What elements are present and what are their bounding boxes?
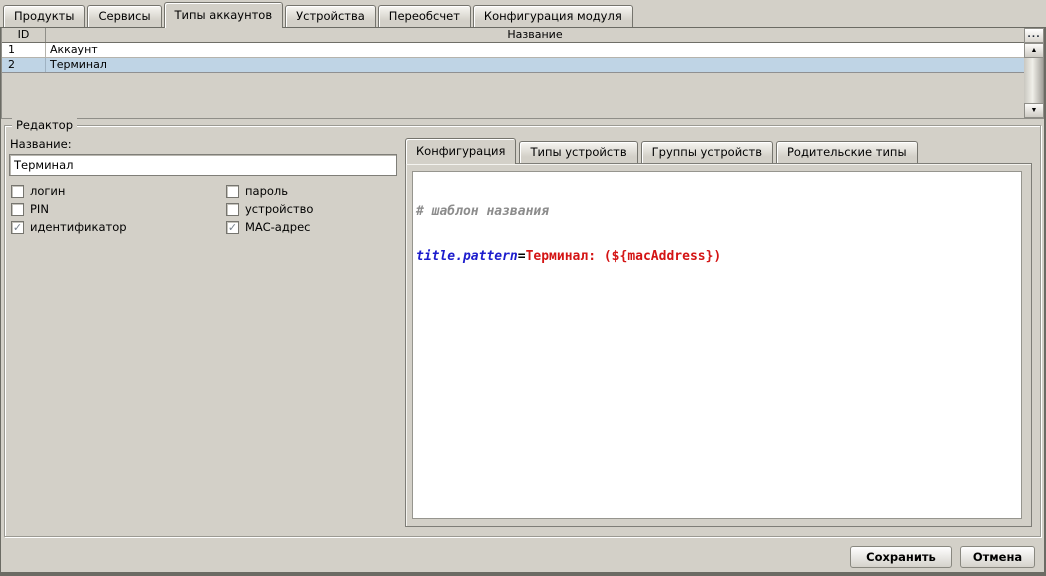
editor-groupbox: Редактор Название: ✓ логин ✓ пароль ✓ PI…	[4, 125, 1041, 537]
checkbox-label: устройство	[245, 202, 313, 216]
checkbox-box: ✓	[226, 221, 239, 234]
tab-device-types[interactable]: Типы устройств	[519, 141, 637, 163]
code-line-property: title.pattern=Терминал: (${macAddress})	[416, 249, 1018, 264]
table-header: ID Название	[2, 28, 1024, 43]
cancel-button[interactable]: Отмена	[960, 546, 1035, 568]
name-field-label: Название:	[10, 137, 72, 151]
checkbox-identifier[interactable]: ✓ идентификатор	[11, 220, 226, 234]
scroll-down-icon[interactable]: ▼	[1024, 103, 1044, 118]
checkbox-box: ✓	[11, 203, 24, 216]
configuration-tab-panel: # шаблон названия title.pattern=Терминал…	[405, 163, 1032, 527]
table-vertical-scrollbar[interactable]: ▲ ▼	[1024, 43, 1044, 118]
code-line-comment: # шаблон названия	[416, 204, 1018, 219]
checkbox-pin[interactable]: ✓ PIN	[11, 202, 226, 216]
tab-parent-types[interactable]: Родительские типы	[776, 141, 918, 163]
cell-id: 2	[2, 58, 46, 72]
checkbox-label: логин	[30, 184, 65, 198]
cell-id: 1	[2, 43, 46, 57]
checkbox-label: PIN	[30, 202, 49, 216]
bottom-button-bar: Сохранить Отмена	[850, 546, 1035, 568]
tab-device-groups[interactable]: Группы устройств	[641, 141, 773, 163]
editor-tabbar: Конфигурация Типы устройств Группы устро…	[405, 139, 918, 164]
account-types-table: ID Название 1 Аккаунт 2 Терминал ... ▲	[1, 28, 1044, 119]
table-empty-area	[2, 73, 1024, 118]
editor-group-title: Редактор	[12, 118, 77, 132]
main-tabbar: Продукты Сервисы Типы аккаунтов Устройст…	[3, 0, 633, 28]
checkbox-password[interactable]: ✓ пароль	[226, 184, 313, 198]
checkbox-label: MAC-адрес	[245, 220, 310, 234]
tab-account-types[interactable]: Типы аккаунтов	[164, 2, 284, 28]
scroll-up-icon[interactable]: ▲	[1024, 43, 1044, 58]
tab-products[interactable]: Продукты	[3, 5, 85, 27]
tab-configuration[interactable]: Конфигурация	[405, 138, 516, 164]
column-header-id[interactable]: ID	[2, 28, 46, 42]
cell-name: Терминал	[46, 58, 1024, 72]
save-button[interactable]: Сохранить	[850, 546, 952, 568]
configuration-editor[interactable]: # шаблон названия title.pattern=Терминал…	[412, 171, 1022, 519]
main-tab-content: ID Название 1 Аккаунт 2 Терминал ... ▲	[0, 27, 1046, 576]
checkbox-box: ✓	[226, 203, 239, 216]
table-body: ID Название 1 Аккаунт 2 Терминал	[1, 28, 1024, 118]
tab-recalculation[interactable]: Переобсчет	[378, 5, 471, 27]
name-input[interactable]	[9, 154, 397, 176]
column-header-name[interactable]: Название	[46, 28, 1024, 42]
checkbox-box: ✓	[11, 221, 24, 234]
checkbox-box: ✓	[11, 185, 24, 198]
tab-module-config[interactable]: Конфигурация модуля	[473, 5, 633, 27]
scrollbar-track[interactable]	[1024, 58, 1044, 103]
checkbox-mac-address[interactable]: ✓ MAC-адрес	[226, 220, 313, 234]
column-options-button[interactable]: ...	[1024, 28, 1044, 43]
checkbox-login[interactable]: ✓ логин	[11, 184, 226, 198]
attribute-checkboxes: ✓ логин ✓ пароль ✓ PIN ✓ устройство ✓	[11, 182, 313, 236]
checkbox-device[interactable]: ✓ устройство	[226, 202, 313, 216]
cell-name: Аккаунт	[46, 43, 1024, 57]
table-row[interactable]: 2 Терминал	[2, 58, 1024, 73]
app-window: Продукты Сервисы Типы аккаунтов Устройст…	[0, 0, 1046, 576]
tab-services[interactable]: Сервисы	[87, 5, 161, 27]
check-icon: ✓	[13, 222, 22, 233]
table-row[interactable]: 1 Аккаунт	[2, 43, 1024, 58]
table-side-column: ... ▲ ▼	[1024, 28, 1044, 118]
checkbox-box: ✓	[226, 185, 239, 198]
check-icon: ✓	[228, 222, 237, 233]
checkbox-label: пароль	[245, 184, 288, 198]
checkbox-label: идентификатор	[30, 220, 127, 234]
tab-devices[interactable]: Устройства	[285, 5, 376, 27]
